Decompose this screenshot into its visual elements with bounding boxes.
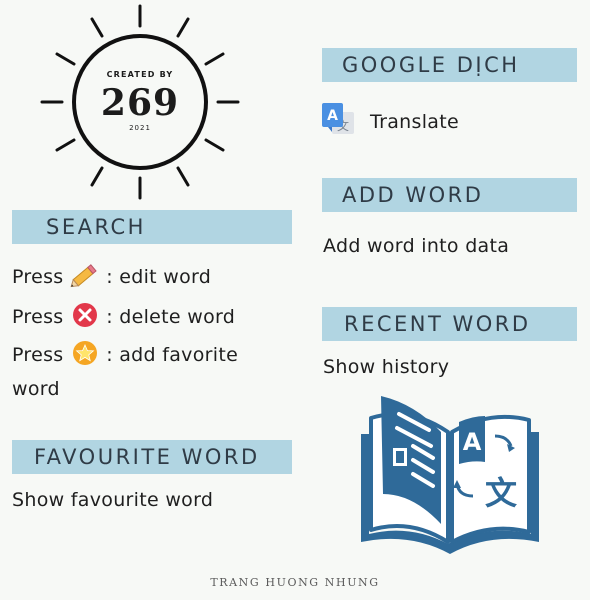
add-word-desc: Add word into data bbox=[323, 235, 510, 257]
search-title: SEARCH bbox=[46, 215, 146, 239]
edit-word-text: : edit word bbox=[106, 266, 212, 288]
add-word-section-header: ADD WORD bbox=[322, 178, 577, 212]
recent-word-title: RECENT WORD bbox=[344, 312, 531, 336]
svg-text:文: 文 bbox=[485, 474, 517, 512]
pencil-icon[interactable] bbox=[70, 262, 100, 293]
translate-link[interactable]: Translate bbox=[370, 111, 459, 133]
creator-logo: CREATED BY 269 2021 bbox=[40, 4, 240, 204]
svg-text:A: A bbox=[463, 428, 482, 456]
press-label: Press bbox=[12, 344, 64, 366]
logo-year: 2021 bbox=[129, 124, 151, 132]
delete-word-text: : delete word bbox=[106, 306, 236, 328]
search-line-edit: Press : edit word bbox=[12, 262, 211, 293]
search-line-word: word bbox=[12, 378, 60, 400]
favourite-section-header: FAVOURITE WORD bbox=[12, 440, 292, 474]
favourite-title: FAVOURITE WORD bbox=[34, 445, 260, 469]
google-translate-icon[interactable]: 文 A bbox=[322, 103, 362, 139]
search-line-delete: Press : delete word bbox=[12, 301, 235, 334]
recent-word-section-header: RECENT WORD bbox=[322, 307, 577, 341]
recent-word-desc: Show history bbox=[323, 356, 450, 378]
star-icon[interactable] bbox=[70, 339, 100, 372]
logo-number: 269 bbox=[100, 82, 180, 124]
google-translate-title: GOOGLE DỊCH bbox=[342, 53, 520, 77]
svg-text:A: A bbox=[327, 108, 338, 124]
author-footer: TRANG HUONG NHUNG bbox=[210, 576, 380, 589]
favourite-desc: Show favourite word bbox=[12, 489, 214, 511]
delete-x-icon[interactable] bbox=[70, 301, 100, 334]
add-favorite-text: : add favorite bbox=[106, 344, 239, 366]
search-section-header: SEARCH bbox=[12, 210, 292, 244]
add-word-title: ADD WORD bbox=[342, 183, 484, 207]
logo-created-by: CREATED BY bbox=[106, 70, 174, 79]
search-line-favorite: Press : add favorite bbox=[12, 339, 238, 372]
google-translate-section-header: GOOGLE DỊCH bbox=[322, 48, 577, 82]
press-label: Press bbox=[12, 306, 64, 328]
press-label: Press bbox=[12, 266, 64, 288]
translation-book-icon: A 文 bbox=[355, 392, 545, 562]
